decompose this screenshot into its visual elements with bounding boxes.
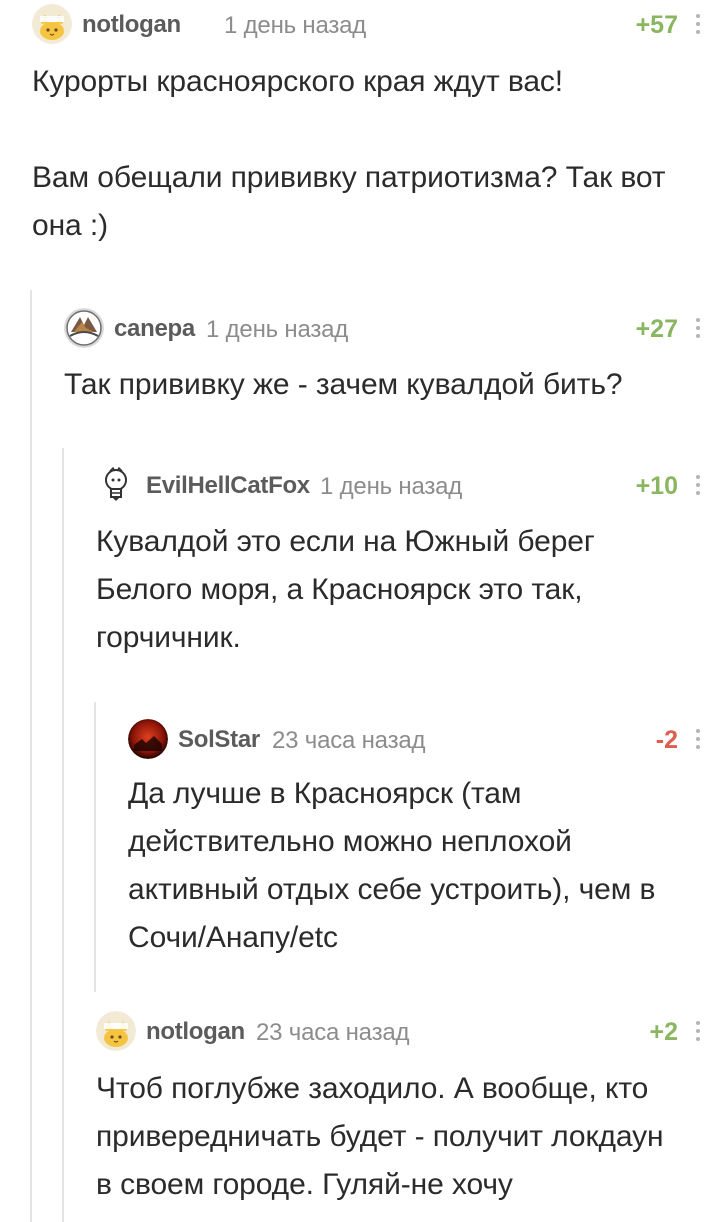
comment-header: canepa 1 день назад +27 xyxy=(64,308,720,348)
more-options-icon[interactable] xyxy=(690,725,706,753)
comment: EvilHellCatFox 1 день назад +10 Кувалдой… xyxy=(96,465,720,662)
comment-text: Курорты красноярского края ждут вас! Вам… xyxy=(32,58,720,250)
timestamp: 1 день назад xyxy=(224,12,367,39)
comment-text: Так прививку же - зачем кувалдой бить? xyxy=(64,361,720,409)
comment-text: Кувалдой это если на Южный берег Белого … xyxy=(96,518,720,662)
thread-line-level-2 xyxy=(62,448,64,1222)
comment-rating: +27 xyxy=(635,315,678,343)
comment: canepa 1 день назад +27 Так прививку же … xyxy=(64,308,720,409)
thread-line-level-1 xyxy=(30,290,32,1222)
timestamp: 1 день назад xyxy=(206,316,349,343)
avatar[interactable] xyxy=(128,719,168,759)
timestamp: 23 часа назад xyxy=(272,727,426,754)
lightbulb-avatar-icon xyxy=(96,465,136,505)
username[interactable]: canepa xyxy=(114,315,195,343)
more-options-icon[interactable] xyxy=(690,10,706,38)
username[interactable]: notlogan xyxy=(146,1018,245,1046)
comment-header: EvilHellCatFox 1 день назад +10 xyxy=(96,465,720,505)
timestamp: 1 день назад xyxy=(320,473,463,500)
username[interactable]: notlogan xyxy=(82,11,181,39)
cat-avatar-icon xyxy=(32,4,72,44)
more-options-icon[interactable] xyxy=(690,1017,706,1045)
thread-line-level-3 xyxy=(94,702,96,992)
comment-paragraph: Чтоб поглубже заходило. А вообще, кто пр… xyxy=(96,1072,664,1201)
username[interactable]: EvilHellCatFox xyxy=(146,472,310,500)
comment-text: Чтоб поглубже заходило. А вообще, кто пр… xyxy=(96,1065,720,1209)
comment-paragraph: Кувалдой это если на Южный берег Белого … xyxy=(96,525,595,654)
comment-header: notlogan 23 часа назад +2 xyxy=(96,1011,720,1051)
red-moon-avatar-icon xyxy=(128,719,168,759)
avatar[interactable] xyxy=(64,308,104,348)
comment: SolStar 23 часа назад -2 Да лучше в Крас… xyxy=(128,719,720,962)
timestamp: 23 часа назад xyxy=(256,1019,410,1046)
more-options-icon[interactable] xyxy=(690,471,706,499)
comment-paragraph: Да лучше в Красноярск (там действительно… xyxy=(128,777,656,954)
comment-rating: +2 xyxy=(649,1018,678,1046)
comment-paragraph: Так прививку же - зачем кувалдой бить? xyxy=(64,368,623,401)
comment-paragraph: Курорты красноярского края ждут вас! xyxy=(32,65,564,98)
avatar[interactable] xyxy=(96,465,136,505)
avatar[interactable] xyxy=(32,4,72,44)
cat-avatar-icon xyxy=(96,1011,136,1051)
username[interactable]: SolStar xyxy=(178,726,260,754)
avatar[interactable] xyxy=(96,1011,136,1051)
comment-header: SolStar 23 часа назад -2 xyxy=(128,719,720,759)
comment: notlogan 1 день назад +57 Курорты красно… xyxy=(32,4,720,250)
canepa-avatar-icon xyxy=(64,308,104,348)
more-options-icon[interactable] xyxy=(690,314,706,342)
comment-paragraph: Вам обещали прививку патриотизма? Так во… xyxy=(32,161,666,242)
comment-rating: -2 xyxy=(655,726,678,754)
comment-rating: +57 xyxy=(635,11,678,39)
comment-header: notlogan 1 день назад +57 xyxy=(32,4,720,44)
comment-text: Да лучше в Красноярск (там действительно… xyxy=(128,770,720,962)
comment: notlogan 23 часа назад +2 Чтоб поглубже … xyxy=(96,1011,720,1209)
comment-rating: +10 xyxy=(635,472,678,500)
